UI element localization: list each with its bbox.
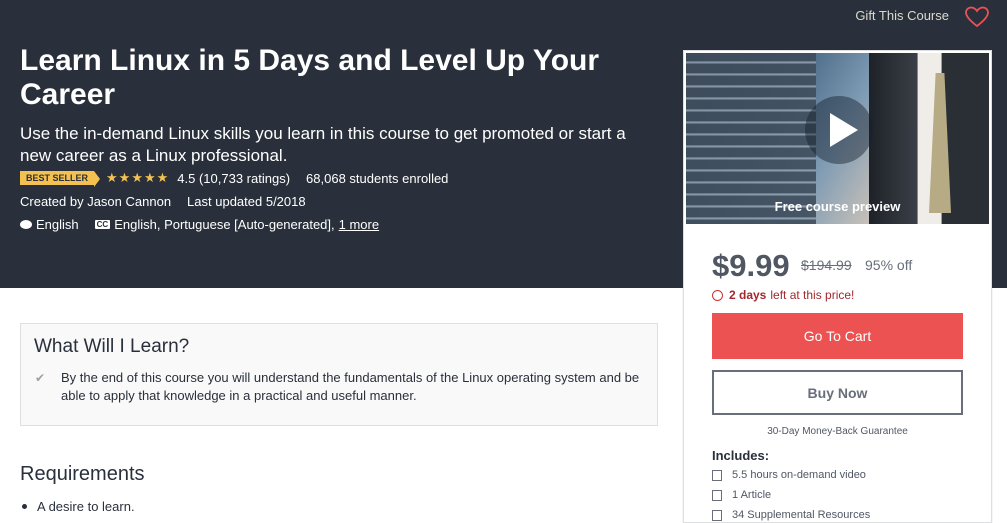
go-to-cart-button[interactable]: Go To Cart	[712, 313, 963, 359]
includes-item-label: 34 Supplemental Resources	[732, 509, 871, 521]
time-left-text: left at this price!	[770, 288, 855, 302]
closed-captions-icon: CC	[94, 220, 111, 229]
course-preview-video[interactable]: Free course preview	[686, 53, 989, 224]
includes-title: Includes:	[712, 448, 770, 463]
last-updated: Last updated 5/2018	[187, 194, 306, 209]
gift-course-link[interactable]: Gift This Course	[855, 8, 949, 23]
captions-languages: English, Portuguese [Auto-generated],	[114, 217, 335, 232]
includes-item-resources: 34 Supplemental Resources	[712, 509, 870, 521]
price-timer: 2 days left at this price!	[712, 288, 854, 302]
discount-percent: 95% off	[865, 257, 913, 273]
alarm-clock-icon	[712, 289, 723, 301]
star-rating-icon: ★★★★★	[106, 170, 170, 185]
play-icon[interactable]	[805, 96, 873, 164]
file-icon	[712, 509, 722, 521]
course-language: English	[36, 217, 79, 232]
heart-icon[interactable]	[965, 6, 989, 28]
rating-text[interactable]: 4.5 (10,733 ratings)	[177, 171, 290, 186]
original-price: $194.99	[801, 257, 852, 273]
includes-item-article: 1 Article	[712, 489, 771, 501]
learn-item: By the end of this course you will under…	[61, 370, 640, 403]
bestseller-badge: BEST SELLER	[20, 171, 101, 187]
time-left-days: 2 days	[729, 288, 767, 302]
enrolled-count: 68,068 students enrolled	[306, 170, 449, 186]
rating-row: BEST SELLER ★★★★★ 4.5 (10,733 ratings) 6…	[20, 170, 449, 187]
buy-now-button[interactable]: Buy Now	[712, 370, 963, 415]
what-you-will-learn-box: What Will I Learn? ✔ By the end of this …	[20, 323, 658, 426]
preview-label: Free course preview	[774, 199, 901, 214]
checkmark-icon: ✔	[35, 371, 46, 385]
purchase-card: Free course preview $9.99 $194.99 95% of…	[683, 50, 992, 523]
money-back-guarantee: 30-Day Money-Back Guarantee	[767, 426, 908, 437]
requirement-item: A desire to learn.	[37, 499, 135, 514]
instructor-link[interactable]: Created by Jason Cannon	[20, 194, 171, 209]
includes-item-label: 1 Article	[732, 489, 772, 501]
current-price: $9.99	[712, 248, 790, 283]
learn-title: What Will I Learn?	[34, 336, 190, 357]
language-row: English CC English, Portuguese [Auto-gen…	[20, 217, 379, 232]
includes-item-label: 5.5 hours on-demand video	[732, 469, 866, 481]
author-row: Created by Jason Cannon Last updated 5/2…	[20, 194, 306, 209]
video-icon	[712, 469, 722, 481]
course-title: Learn Linux in 5 Days and Level Up Your …	[20, 44, 600, 111]
includes-item-video: 5.5 hours on-demand video	[712, 469, 866, 481]
captions-more-link[interactable]: 1 more	[339, 217, 379, 232]
bullet-icon	[22, 504, 27, 509]
document-icon	[712, 489, 722, 501]
requirements-title: Requirements	[20, 463, 145, 485]
speech-bubble-icon	[20, 220, 32, 229]
course-subtitle: Use the in-demand Linux skills you learn…	[20, 124, 626, 165]
